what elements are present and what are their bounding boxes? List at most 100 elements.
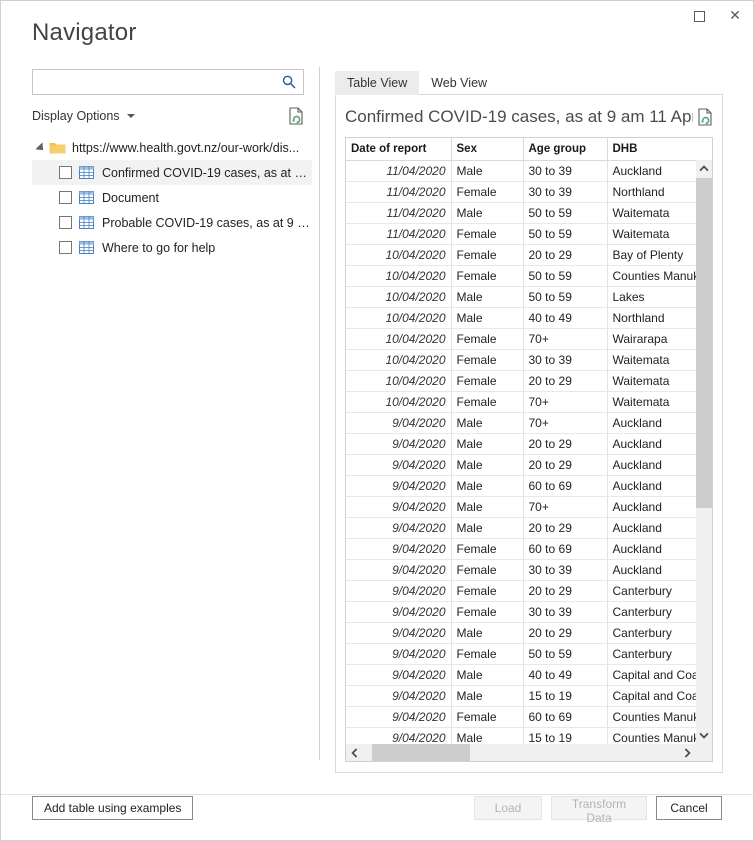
cell-age-group: 20 to 29 (523, 517, 608, 539)
cell-sex: Male (451, 622, 524, 644)
tree-item-checkbox[interactable] (59, 166, 72, 179)
table-row[interactable]: 9/04/2020 Male 15 to 19 Capital and Coast (346, 685, 712, 707)
cell-sex: Female (451, 181, 524, 203)
refresh-document-icon[interactable] (288, 107, 304, 125)
table-row[interactable]: 10/04/2020 Female 30 to 39 Waitemata (346, 349, 712, 371)
cell-age-group: 30 to 39 (523, 559, 608, 581)
load-button[interactable]: Load (474, 796, 542, 820)
tree-item-checkbox[interactable] (59, 216, 72, 229)
table-row[interactable]: 9/04/2020 Female 20 to 29 Canterbury (346, 580, 712, 602)
table-row[interactable]: 9/04/2020 Male 20 to 29 Auckland (346, 433, 712, 455)
table-row[interactable]: 11/04/2020 Female 30 to 39 Northland (346, 181, 712, 203)
cell-age-group: 30 to 39 (523, 349, 608, 371)
table-row[interactable]: 10/04/2020 Female 50 to 59 Counties Manuka (346, 265, 712, 287)
preview-title-row: Confirmed COVID-19 cases, as at 9 am 11 … (345, 103, 713, 131)
table-row[interactable]: 11/04/2020 Female 50 to 59 Waitemata (346, 223, 712, 245)
table-row[interactable]: 9/04/2020 Female 30 to 39 Canterbury (346, 601, 712, 623)
add-table-using-examples-button[interactable]: Add table using examples (32, 796, 194, 820)
table-row[interactable]: 10/04/2020 Female 20 to 29 Waitemata (346, 370, 712, 392)
table-row[interactable]: 10/04/2020 Male 40 to 49 Northland (346, 307, 712, 329)
cell-date: 9/04/2020 (346, 664, 452, 686)
cell-date: 9/04/2020 (346, 685, 452, 707)
chevron-down-icon[interactable] (696, 727, 712, 744)
table-row[interactable]: 9/04/2020 Female 30 to 39 Auckland (346, 559, 712, 581)
search-box[interactable] (32, 69, 304, 95)
cell-sex: Female (451, 328, 524, 350)
search-input[interactable] (33, 75, 303, 89)
tree-item-checkbox[interactable] (59, 191, 72, 204)
table-row[interactable]: 9/04/2020 Male 20 to 29 Auckland (346, 517, 712, 539)
cell-age-group: 50 to 59 (523, 286, 608, 308)
table-row[interactable]: 10/04/2020 Female 70+ Wairarapa (346, 328, 712, 350)
table-row[interactable]: 9/04/2020 Male 20 to 29 Canterbury (346, 622, 712, 644)
display-options-label[interactable]: Display Options (32, 109, 120, 123)
pane-splitter[interactable] (319, 67, 320, 760)
preview-title: Confirmed COVID-19 cases, as at 9 am 11 … (345, 107, 693, 126)
footer-actions: Load Transform Data Cancel (474, 796, 722, 825)
chevron-left-icon[interactable] (346, 744, 363, 761)
table-row[interactable]: 10/04/2020 Male 50 to 59 Lakes (346, 286, 712, 308)
data-grid: Date of report Sex Age group DHB 11/04/2… (345, 137, 713, 762)
tree-item-checkbox[interactable] (59, 241, 72, 254)
tree-item-document[interactable]: Document (32, 185, 312, 210)
tree-item-confirmed-cases[interactable]: Confirmed COVID-19 cases, as at 9 a... (32, 160, 312, 185)
page-title: Navigator (32, 19, 137, 46)
table-row[interactable]: 9/04/2020 Female 60 to 69 Auckland (346, 538, 712, 560)
horizontal-scrollbar[interactable] (346, 744, 696, 761)
chevron-down-icon[interactable] (126, 114, 135, 118)
cell-date: 10/04/2020 (346, 307, 452, 329)
tree-item-where-to-go-for-help[interactable]: Where to go for help (32, 235, 312, 260)
tree-item-label: Where to go for help (102, 240, 216, 255)
preview-table: Date of report Sex Age group DHB 11/04/2… (346, 138, 712, 749)
tree-item-label: Confirmed COVID-19 cases, as at 9 a... (102, 165, 312, 180)
tree-item-label: Document (102, 190, 159, 205)
column-header-dhb[interactable]: DHB (607, 138, 712, 161)
table-row[interactable]: 9/04/2020 Male 40 to 49 Capital and Coast (346, 664, 712, 686)
display-options-row: Display Options (32, 106, 304, 126)
horizontal-scrollbar-thumb[interactable] (372, 744, 470, 761)
table-row[interactable]: 9/04/2020 Male 70+ Auckland (346, 496, 712, 518)
column-header-sex[interactable]: Sex (451, 138, 524, 161)
table-row[interactable]: 11/04/2020 Male 50 to 59 Waitemata (346, 202, 712, 224)
cell-date: 11/04/2020 (346, 181, 452, 203)
transform-data-button[interactable]: Transform Data (551, 796, 647, 825)
chevron-up-icon[interactable] (696, 160, 712, 177)
tab-web-view[interactable]: Web View (419, 71, 499, 95)
cell-sex: Male (451, 286, 524, 308)
table-row[interactable]: 9/04/2020 Male 70+ Auckland (346, 412, 712, 434)
tree-root-node[interactable]: https://www.health.govt.nz/our-work/dis.… (32, 135, 312, 160)
refresh-document-icon[interactable] (697, 108, 713, 126)
table-icon (79, 216, 94, 229)
tree-item-probable-cases[interactable]: Probable COVID-19 cases, as at 9 am... (32, 210, 312, 235)
cancel-button[interactable]: Cancel (656, 796, 722, 820)
table-row[interactable]: 9/04/2020 Female 50 to 59 Canterbury (346, 643, 712, 665)
cell-age-group: 40 to 49 (523, 307, 608, 329)
maximize-button[interactable] (681, 2, 717, 30)
cell-date: 9/04/2020 (346, 538, 452, 560)
table-row[interactable]: 10/04/2020 Female 70+ Waitemata (346, 391, 712, 413)
close-button[interactable]: ✕ (717, 2, 753, 30)
cell-age-group: 20 to 29 (523, 370, 608, 392)
table-icon (79, 191, 94, 204)
tab-table-view[interactable]: Table View (335, 71, 420, 95)
table-row[interactable]: 9/04/2020 Male 60 to 69 Auckland (346, 475, 712, 497)
cell-sex: Male (451, 412, 524, 434)
cell-date: 10/04/2020 (346, 265, 452, 287)
cell-date: 9/04/2020 (346, 517, 452, 539)
table-row[interactable]: 10/04/2020 Female 20 to 29 Bay of Plenty (346, 244, 712, 266)
table-row[interactable]: 9/04/2020 Female 60 to 69 Counties Manuka (346, 706, 712, 728)
vertical-scrollbar-thumb[interactable] (696, 178, 712, 508)
vertical-scrollbar[interactable] (696, 160, 712, 744)
expander-open-icon[interactable] (34, 141, 48, 155)
table-row[interactable]: 9/04/2020 Male 20 to 29 Auckland (346, 454, 712, 476)
chevron-right-icon[interactable] (679, 744, 696, 761)
cell-date: 11/04/2020 (346, 202, 452, 224)
cell-sex: Female (451, 706, 524, 728)
table-icon (79, 241, 94, 254)
cell-age-group: 20 to 29 (523, 433, 608, 455)
search-icon[interactable] (281, 74, 297, 90)
column-header-date[interactable]: Date of report (346, 138, 452, 161)
cell-sex: Male (451, 475, 524, 497)
column-header-age-group[interactable]: Age group (523, 138, 608, 161)
table-row[interactable]: 11/04/2020 Male 30 to 39 Auckland (346, 160, 712, 182)
